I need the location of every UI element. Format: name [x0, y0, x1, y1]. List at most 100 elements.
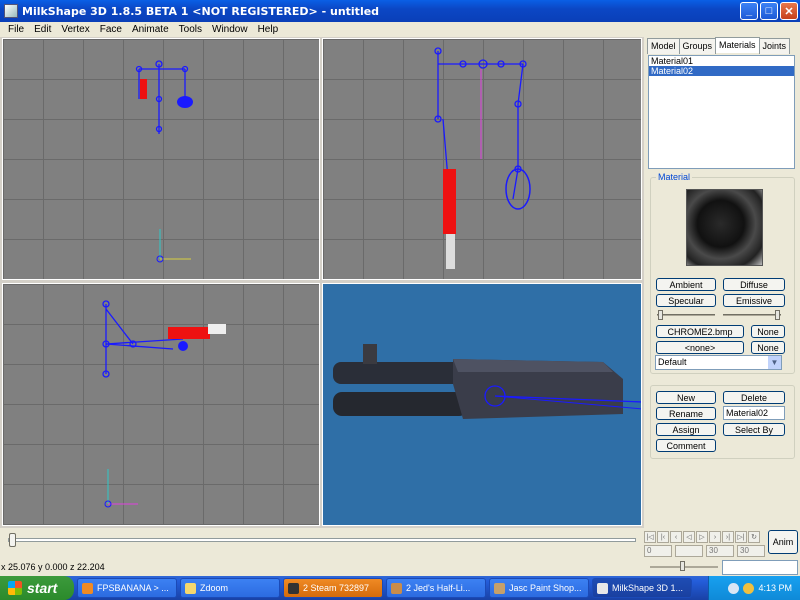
blend-mode-value: Default — [658, 357, 687, 367]
specular-button[interactable]: Specular — [656, 294, 716, 307]
tab-model[interactable]: Model — [647, 38, 680, 54]
delete-material-button[interactable]: Delete — [723, 391, 785, 404]
taskbar-item-halflife[interactable]: 2 Jed's Half-Li... — [386, 578, 486, 598]
timeline-thumb[interactable] — [9, 533, 16, 547]
minimize-button[interactable]: _ — [740, 2, 758, 20]
material-list[interactable]: Material01 Material02 — [648, 55, 795, 169]
mid-frame-field[interactable]: 30 — [706, 545, 734, 557]
close-button[interactable]: ✕ — [780, 2, 798, 20]
viewport-front[interactable] — [2, 38, 320, 280]
loop-icon[interactable]: ↻ — [748, 531, 760, 543]
taskbar-item-label: Zdoom — [200, 583, 229, 593]
title-bar: MilkShape 3D 1.8.5 BETA 1 <NOT REGISTERE… — [0, 0, 800, 22]
material-group: Material Ambient Diffuse Specular Emissi… — [650, 172, 795, 374]
taskbar-item-milkshape[interactable]: MilkShape 3D 1... — [592, 578, 692, 598]
taskbar-item-label: MilkShape 3D 1... — [612, 583, 684, 593]
tab-groups[interactable]: Groups — [678, 38, 717, 54]
timeline-track[interactable] — [8, 533, 636, 547]
network-icon[interactable] — [728, 582, 740, 594]
taskbar-item-paintshop[interactable]: Jasc Paint Shop... — [489, 578, 589, 598]
last-frame-icon[interactable]: ▷| — [735, 531, 747, 543]
assign-material-button[interactable]: Assign — [656, 423, 716, 436]
paint-shop-icon — [494, 582, 505, 594]
play-icon[interactable]: ▷ — [696, 531, 708, 543]
alpha-none-button[interactable]: None — [751, 341, 785, 354]
slider-thumb[interactable] — [658, 310, 663, 320]
menu-bar: File Edit Vertex Face Animate Tools Wind… — [0, 22, 800, 36]
rename-material-button[interactable]: Rename — [656, 407, 716, 420]
skeleton-front-drawing — [135, 60, 193, 263]
viewport-3d[interactable] — [322, 283, 642, 526]
texture-none-button[interactable]: None — [751, 325, 785, 338]
menu-help[interactable]: Help — [253, 24, 284, 35]
end-frame-field[interactable]: 30 — [737, 545, 765, 557]
tab-materials[interactable]: Materials — [715, 37, 760, 53]
list-item[interactable]: Material01 — [649, 56, 794, 66]
status-field[interactable] — [722, 560, 798, 575]
comment-button[interactable]: Comment — [656, 439, 716, 452]
maximize-button[interactable]: □ — [760, 2, 778, 20]
start-frame-field[interactable]: 0 — [644, 545, 672, 557]
list-item[interactable]: Material02 — [649, 66, 794, 76]
current-frame-field[interactable] — [675, 545, 703, 557]
emissive-button[interactable]: Emissive — [723, 294, 785, 307]
ambient-button[interactable]: Ambient — [656, 278, 716, 291]
taskbar-item-zdoom[interactable]: Zdoom — [180, 578, 280, 598]
alpha-map-button[interactable]: <none> — [656, 341, 744, 354]
next-key-icon[interactable]: ›| — [722, 531, 734, 543]
play-backward-icon[interactable]: ◁ — [683, 531, 695, 543]
browser-icon — [391, 582, 402, 594]
first-frame-icon[interactable]: |◁ — [644, 531, 656, 543]
menu-animate[interactable]: Animate — [127, 24, 174, 35]
transparency-slider[interactable] — [723, 310, 781, 320]
tab-joints[interactable]: Joints — [758, 38, 791, 54]
coordinate-readout: x 25.076 y 0.000 z 22.204 — [1, 562, 105, 572]
slider-thumb[interactable] — [680, 561, 685, 571]
prev-key-icon[interactable]: |‹ — [657, 531, 669, 543]
folder-icon — [185, 582, 196, 594]
panel-tabs: Model Groups Materials Joints — [647, 37, 791, 54]
volume-icon[interactable] — [743, 582, 755, 594]
taskbar-item-steam[interactable]: 2 Steam 732897 — [283, 578, 383, 598]
material-name-field[interactable]: Material02 — [723, 406, 785, 420]
start-button[interactable]: start — [0, 576, 74, 600]
material-group-label: Material — [656, 172, 693, 182]
next-frame-icon[interactable]: › — [709, 531, 721, 543]
skeleton-top-drawing — [102, 300, 226, 508]
taskbar-item-label: FPSBANANA > ... — [97, 583, 169, 593]
menu-vertex[interactable]: Vertex — [56, 24, 94, 35]
prev-frame-icon[interactable]: ‹ — [670, 531, 682, 543]
milkshape-app-icon[interactable] — [4, 4, 18, 18]
status-slider[interactable] — [650, 561, 718, 571]
menu-tools[interactable]: Tools — [174, 24, 207, 35]
select-by-material-button[interactable]: Select By — [723, 423, 785, 436]
animation-timeline: |◁ |‹ ‹ ◁ ▷ › ›| ▷| ↻ 0 30 30 Anim — [0, 528, 800, 558]
start-label: start — [27, 580, 58, 596]
menu-window[interactable]: Window — [207, 24, 253, 35]
taskbar-item-label: 2 Jed's Half-Li... — [406, 583, 471, 593]
new-material-button[interactable]: New — [656, 391, 716, 404]
viewport-side[interactable] — [322, 38, 642, 280]
firefox-icon — [82, 582, 93, 594]
diffuse-button[interactable]: Diffuse — [723, 278, 785, 291]
chevron-down-icon[interactable]: ▼ — [768, 356, 781, 369]
blend-mode-select[interactable]: Default ▼ — [655, 355, 782, 370]
slider-thumb[interactable] — [775, 310, 780, 320]
taskbar: start FPSBANANA > ... Zdoom 2 Steam 7328… — [0, 576, 800, 600]
menu-edit[interactable]: Edit — [29, 24, 56, 35]
texture-button[interactable]: CHROME2.bmp — [656, 325, 744, 338]
skeleton-side-drawing — [434, 47, 531, 269]
weapon-3d-render — [333, 344, 641, 419]
system-tray: 4:13 PM — [708, 576, 800, 600]
menu-face[interactable]: Face — [95, 24, 127, 35]
taskbar-item-label: 2 Steam 732897 — [303, 583, 370, 593]
transport-controls: |◁ |‹ ‹ ◁ ▷ › ›| ▷| ↻ — [644, 531, 760, 543]
steam-icon — [288, 582, 299, 594]
viewport-top[interactable] — [2, 283, 320, 526]
side-panel: Model Groups Materials Joints Material01… — [645, 37, 800, 528]
anim-button[interactable]: Anim — [768, 530, 798, 554]
taskbar-item-label: Jasc Paint Shop... — [509, 583, 582, 593]
shininess-slider[interactable] — [657, 310, 715, 320]
taskbar-item-firefox[interactable]: FPSBANANA > ... — [77, 578, 177, 598]
menu-file[interactable]: File — [3, 24, 29, 35]
